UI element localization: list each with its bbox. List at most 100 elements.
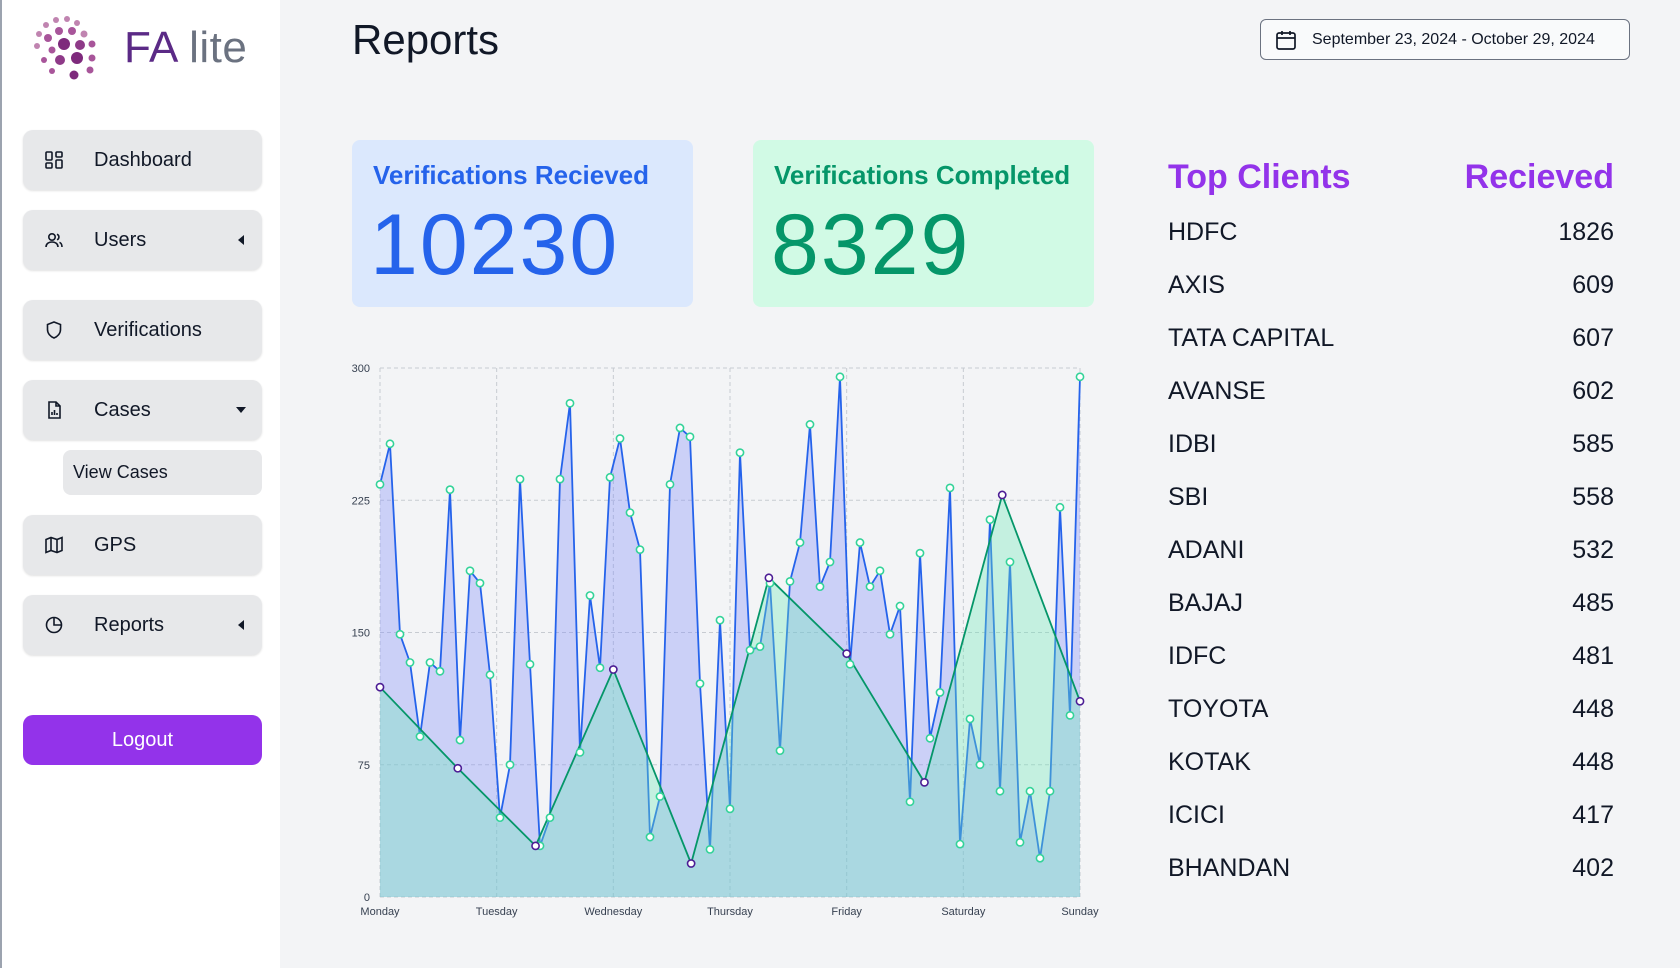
sidebar-item-verifications[interactable]: Verifications xyxy=(23,300,262,360)
sidebar-item-label: Reports xyxy=(94,613,165,636)
client-name: KOTAK xyxy=(1168,748,1251,776)
clients-header-name: Top Clients xyxy=(1168,158,1351,196)
sidebar-item-label: Cases xyxy=(94,398,151,421)
client-row: ICICI 417 xyxy=(1168,789,1614,842)
client-count: 485 xyxy=(1572,589,1614,617)
verifications-received-card: Verifications Recieved 10230 xyxy=(352,140,693,307)
data-point xyxy=(686,859,696,868)
data-point xyxy=(655,792,665,801)
pie-chart-icon xyxy=(43,614,65,636)
app-logo[interactable]: FA lite xyxy=(32,16,247,80)
data-point xyxy=(715,615,725,625)
client-name: IDFC xyxy=(1168,642,1227,670)
data-point xyxy=(725,804,735,814)
data-point xyxy=(755,642,765,652)
sidebar-subitem-view-cases[interactable]: View Cases xyxy=(63,450,262,495)
data-point xyxy=(785,576,795,586)
card-value: 10230 xyxy=(370,197,620,293)
data-point xyxy=(475,578,485,588)
client-row: HDFC 1826 xyxy=(1168,206,1614,259)
data-point xyxy=(1045,786,1055,796)
client-name: TATA CAPITAL xyxy=(1168,324,1335,352)
sidebar: FA lite Dashboard Users Verifications Ca… xyxy=(0,0,280,968)
caret-left-icon xyxy=(236,620,246,630)
data-point xyxy=(625,508,635,517)
y-tick-label: 150 xyxy=(352,628,370,640)
client-name: AXIS xyxy=(1168,271,1225,299)
client-count: 402 xyxy=(1572,854,1614,882)
data-point xyxy=(585,591,595,600)
data-point xyxy=(745,645,755,655)
sidebar-item-users[interactable]: Users xyxy=(23,210,262,270)
data-point xyxy=(845,659,855,669)
clients-header-count: Recieved xyxy=(1464,158,1614,196)
sidebar-item-dashboard[interactable]: Dashboard xyxy=(23,130,262,190)
data-point xyxy=(605,472,615,482)
sidebar-item-label: Dashboard xyxy=(94,148,192,171)
data-point xyxy=(675,423,685,433)
data-point xyxy=(825,557,835,567)
client-count: 417 xyxy=(1572,801,1614,829)
date-range-picker[interactable]: September 23, 2024 - October 29, 2024 xyxy=(1260,19,1630,60)
data-point xyxy=(385,439,395,449)
data-point xyxy=(1075,372,1085,382)
client-row: KOTAK 448 xyxy=(1168,736,1614,789)
data-point xyxy=(997,490,1007,500)
data-point xyxy=(531,841,540,851)
data-point xyxy=(705,844,715,854)
data-point xyxy=(405,658,415,667)
client-name: TOYOTA xyxy=(1168,695,1269,723)
data-point xyxy=(545,813,555,823)
data-point xyxy=(465,566,475,576)
data-point xyxy=(608,665,618,674)
data-point xyxy=(425,658,435,667)
client-count: 607 xyxy=(1572,324,1614,352)
logout-button[interactable]: Logout xyxy=(23,715,262,765)
calendar-icon xyxy=(1274,28,1298,52)
x-tick-label: Tuesday xyxy=(476,906,518,918)
client-row: BHANDAN 402 xyxy=(1168,842,1614,895)
data-point xyxy=(965,714,975,724)
client-count: 609 xyxy=(1572,271,1614,299)
x-tick-label: Monday xyxy=(360,906,400,918)
sidebar-item-reports[interactable]: Reports xyxy=(23,595,262,655)
y-tick-label: 300 xyxy=(352,363,370,375)
logo-text-fa: FA xyxy=(124,23,177,72)
data-point xyxy=(935,688,945,697)
data-point xyxy=(375,682,385,692)
data-point xyxy=(495,813,505,823)
client-row: BAJAJ 485 xyxy=(1168,577,1614,630)
client-count: 481 xyxy=(1572,642,1614,670)
data-point xyxy=(415,732,425,741)
data-point xyxy=(435,666,445,676)
sidebar-item-label: Users xyxy=(94,228,147,251)
data-point xyxy=(945,483,955,493)
caret-down-icon xyxy=(236,405,246,415)
data-point xyxy=(1035,853,1045,863)
data-point xyxy=(1005,557,1015,567)
data-point xyxy=(805,420,815,429)
logo-dots-icon xyxy=(34,16,96,80)
sidebar-item-cases[interactable]: Cases xyxy=(23,380,262,440)
data-point xyxy=(665,479,675,489)
data-point xyxy=(975,760,985,770)
data-point xyxy=(575,748,585,757)
data-point xyxy=(875,566,885,576)
data-point xyxy=(955,839,965,849)
top-clients-table: Top Clients Recieved HDFC 1826 AXIS 609 TATA… xyxy=(1168,158,1614,895)
client-name: ICICI xyxy=(1168,801,1225,829)
caret-left-icon xyxy=(236,235,246,245)
x-tick-label: Thursday xyxy=(707,906,753,918)
data-point xyxy=(895,601,905,611)
verifications-chart: 0 75 150 225 300 Monday Tuesday Wednesday Thursd… xyxy=(352,363,1100,918)
x-tick-label: Sunday xyxy=(1061,906,1099,918)
sidebar-item-gps[interactable]: GPS xyxy=(23,515,262,575)
data-point xyxy=(835,372,845,382)
client-row: IDBI 585 xyxy=(1168,418,1614,471)
client-name: BAJAJ xyxy=(1168,589,1244,617)
data-point xyxy=(1015,837,1025,847)
data-point xyxy=(525,659,535,669)
data-point xyxy=(485,670,495,680)
data-point xyxy=(995,786,1005,796)
client-row: IDFC 481 xyxy=(1168,630,1614,683)
